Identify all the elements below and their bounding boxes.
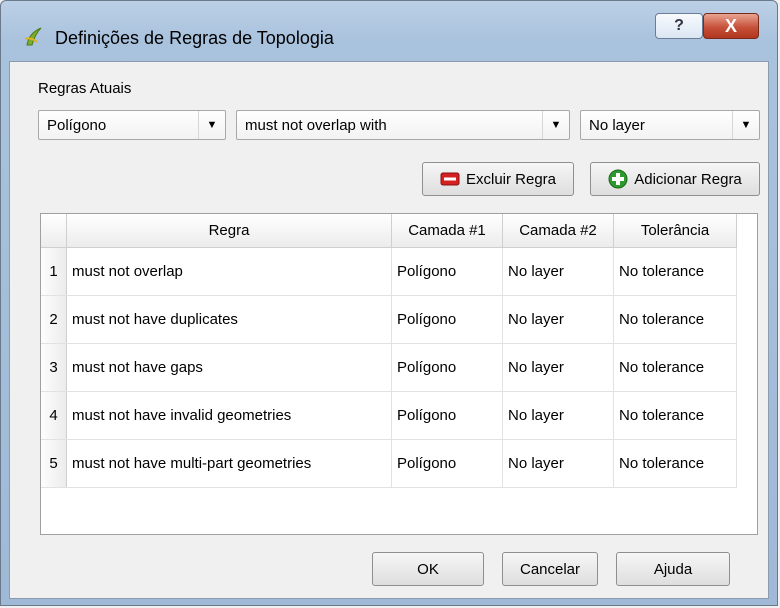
rule-cell[interactable]: must not have multi-part geometries: [66, 439, 392, 488]
rule-combo[interactable]: must not overlap with ▼: [236, 110, 570, 140]
minus-icon: [440, 172, 460, 186]
chevron-down-icon: ▼: [198, 111, 225, 139]
layer1-cell[interactable]: Polígono: [391, 439, 503, 488]
row-number[interactable]: 3: [41, 343, 67, 392]
corner-header[interactable]: [41, 214, 67, 248]
layer2-cell[interactable]: No layer: [502, 391, 614, 440]
help-titlebar-button[interactable]: ?: [655, 13, 703, 39]
row-number[interactable]: 5: [41, 439, 67, 488]
close-icon: X: [724, 15, 737, 36]
plus-icon: [608, 169, 628, 189]
table-row[interactable]: 1 must not overlap Polígono No layer No …: [41, 247, 737, 296]
table-header-row: Regra Camada #1 Camada #2 Tolerância: [41, 214, 737, 248]
ok-label: OK: [417, 560, 439, 578]
tolerance-cell[interactable]: No tolerance: [613, 295, 737, 344]
header-camada-1[interactable]: Camada #1: [391, 214, 503, 248]
chevron-down-icon: ▼: [732, 111, 759, 139]
tolerance-cell[interactable]: No tolerance: [613, 391, 737, 440]
layer1-cell[interactable]: Polígono: [391, 295, 503, 344]
delete-rule-button[interactable]: Excluir Regra: [422, 162, 574, 196]
target-layer-combo[interactable]: No layer ▼: [580, 110, 760, 140]
layer1-cell[interactable]: Polígono: [391, 391, 503, 440]
rules-table[interactable]: Regra Camada #1 Camada #2 Tolerância 1 m…: [40, 213, 758, 535]
rule-cell[interactable]: must not overlap: [66, 247, 392, 296]
layer2-cell[interactable]: No layer: [502, 295, 614, 344]
table-row[interactable]: 5 must not have multi-part geometries Po…: [41, 439, 737, 488]
header-camada-2[interactable]: Camada #2: [502, 214, 614, 248]
tolerance-cell[interactable]: No tolerance: [613, 247, 737, 296]
close-button[interactable]: X: [703, 13, 759, 39]
add-rule-button[interactable]: Adicionar Regra: [590, 162, 760, 196]
qgis-icon: [23, 25, 45, 47]
layer-combo[interactable]: Polígono ▼: [38, 110, 226, 140]
table-row[interactable]: 2 must not have duplicates Polígono No l…: [41, 295, 737, 344]
window-title: Definições de Regras de Topologia: [55, 28, 334, 48]
question-icon: ?: [674, 17, 684, 34]
header-tolerancia[interactable]: Tolerância: [613, 214, 737, 248]
title-bar[interactable]: Definições de Regras de Topologia ? X: [1, 1, 777, 61]
chevron-down-icon: ▼: [542, 111, 569, 139]
delete-rule-label: Excluir Regra: [465, 170, 557, 188]
dialog-window: Definições de Regras de Topologia ? X Re…: [0, 0, 778, 606]
section-label: Regras Atuais: [38, 80, 132, 97]
row-number[interactable]: 4: [41, 391, 67, 440]
layer1-cell[interactable]: Polígono: [391, 247, 503, 296]
layer2-cell[interactable]: No layer: [502, 439, 614, 488]
add-rule-label: Adicionar Regra: [634, 170, 742, 188]
rule-cell[interactable]: must not have gaps: [66, 343, 392, 392]
tolerance-cell[interactable]: No tolerance: [613, 343, 737, 392]
dialog-body: Regras Atuais Polígono ▼ must not overla…: [9, 61, 769, 599]
help-label: Ajuda: [653, 560, 693, 578]
header-regra[interactable]: Regra: [66, 214, 392, 248]
row-number[interactable]: 2: [41, 295, 67, 344]
layer-combo-value: Polígono: [47, 116, 107, 134]
row-number[interactable]: 1: [41, 247, 67, 296]
layer2-cell[interactable]: No layer: [502, 343, 614, 392]
cancel-button[interactable]: Cancelar: [502, 552, 598, 586]
target-combo-value: No layer: [589, 116, 645, 134]
rule-cell[interactable]: must not have invalid geometries: [66, 391, 392, 440]
rule-cell[interactable]: must not have duplicates: [66, 295, 392, 344]
cancel-label: Cancelar: [519, 560, 581, 578]
help-button[interactable]: Ajuda: [616, 552, 730, 586]
table-row[interactable]: 3 must not have gaps Polígono No layer N…: [41, 343, 737, 392]
layer2-cell[interactable]: No layer: [502, 247, 614, 296]
layer1-cell[interactable]: Polígono: [391, 343, 503, 392]
table-row[interactable]: 4 must not have invalid geometries Políg…: [41, 391, 737, 440]
ok-button[interactable]: OK: [372, 552, 484, 586]
rule-combo-value: must not overlap with: [245, 116, 387, 134]
tolerance-cell[interactable]: No tolerance: [613, 439, 737, 488]
